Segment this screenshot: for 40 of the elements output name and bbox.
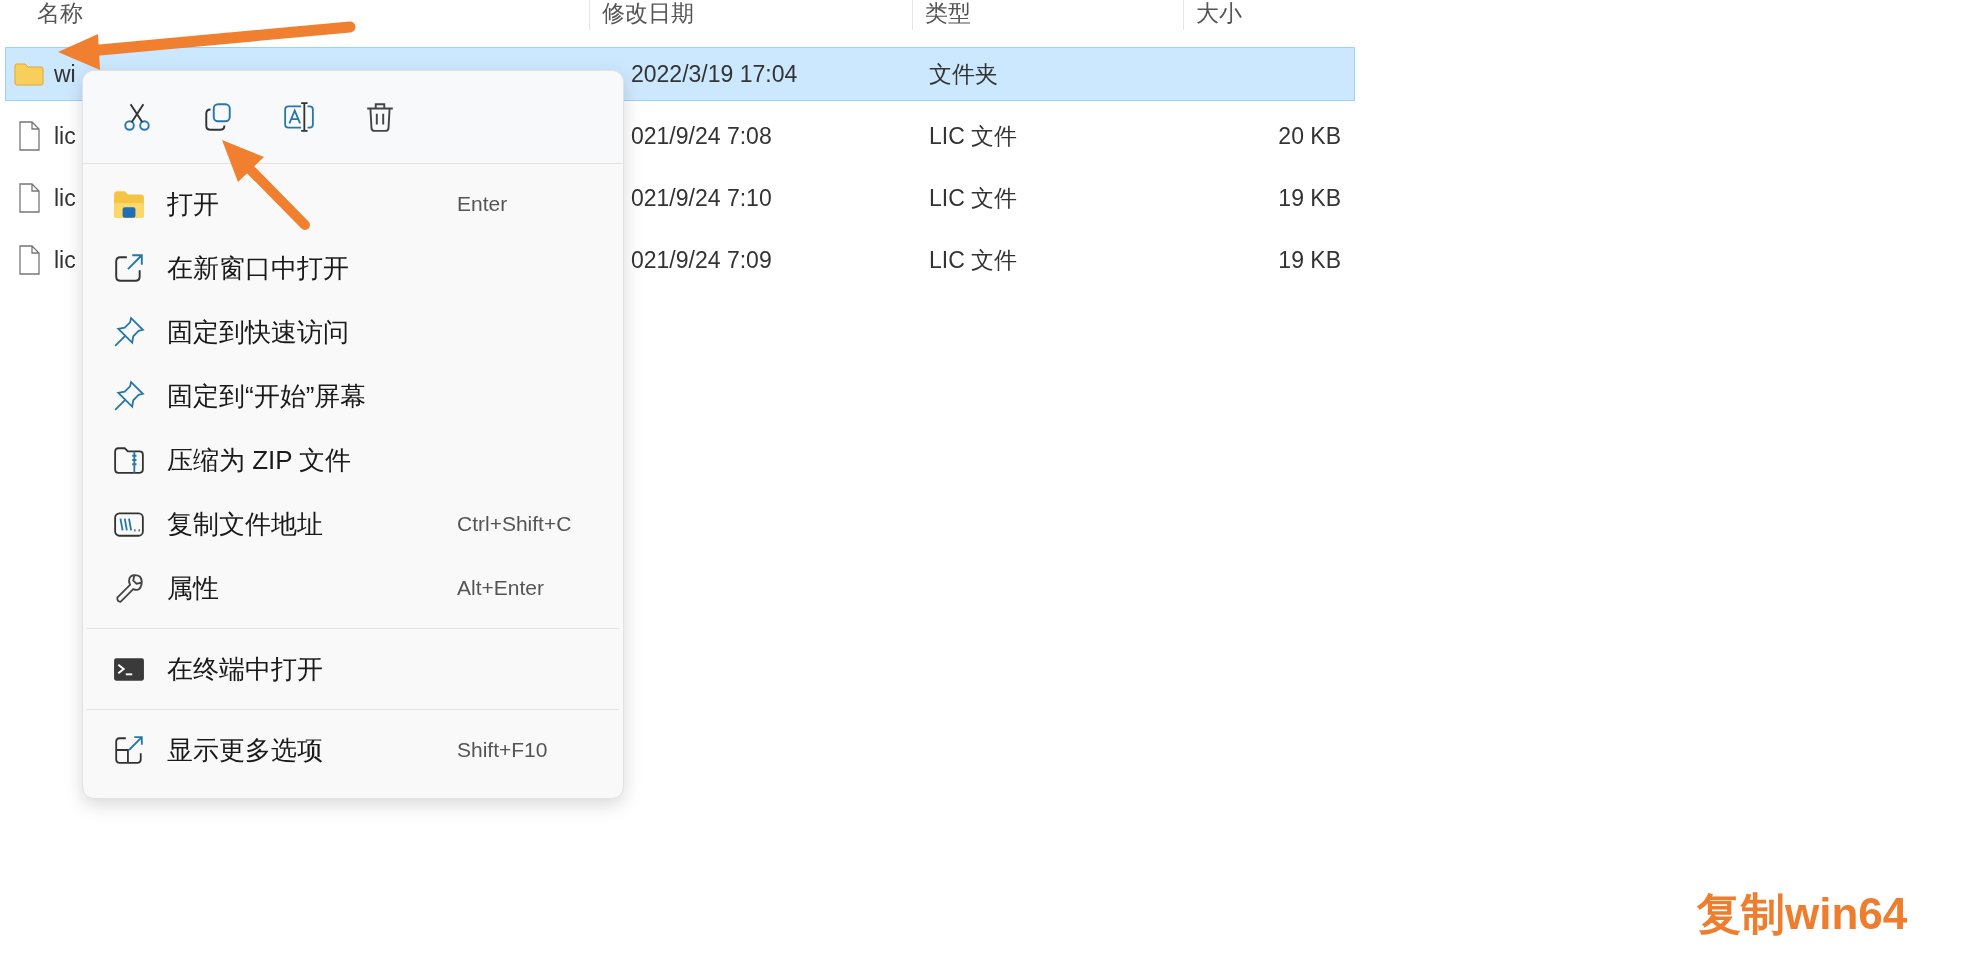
pin-icon — [113, 380, 145, 412]
type-text: LIC 文件 — [929, 246, 1018, 273]
pin-icon — [113, 316, 145, 348]
trash-icon — [364, 101, 396, 133]
size-text: 19 KB — [1278, 184, 1341, 211]
copy-icon — [202, 101, 234, 133]
menu-item[interactable]: 在新窗口中打开 — [83, 236, 623, 300]
folder-icon — [113, 188, 145, 220]
file-name: wi — [54, 60, 76, 88]
menu-item[interactable]: 属性 Alt+Enter — [83, 556, 623, 620]
file-name: lic — [54, 184, 76, 212]
date-text: 021/9/24 7:09 — [631, 246, 772, 273]
date-text: 021/9/24 7:10 — [631, 184, 772, 211]
rename-icon — [283, 101, 315, 133]
zip-folder-icon — [113, 444, 145, 476]
expand-icon — [113, 734, 145, 766]
caption: 复制win64 — [1697, 888, 1908, 940]
menu-item[interactable]: 打开 Enter — [83, 172, 623, 236]
menu-item[interactable]: 固定到快速访问 — [83, 300, 623, 364]
wrench-icon — [113, 572, 145, 604]
type-text: LIC 文件 — [929, 122, 1018, 149]
date-text: 021/9/24 7:08 — [631, 122, 772, 149]
column-header[interactable]: 名称 — [0, 0, 590, 30]
scissors-icon — [121, 101, 153, 133]
menu-item[interactable]: 在终端中打开 — [83, 637, 623, 701]
size-text: 20 KB — [1278, 122, 1341, 149]
file-name: lic — [54, 122, 76, 150]
type-text: 文件夹 — [929, 60, 998, 87]
external-link-icon — [113, 252, 145, 284]
size-text: 19 KB — [1278, 246, 1341, 273]
menu-item[interactable]: 显示更多选项 Shift+F10 — [83, 718, 623, 782]
file-name: lic — [54, 246, 76, 274]
column-header[interactable]: 修改日期 — [590, 0, 913, 30]
type-text: LIC 文件 — [929, 184, 1018, 211]
menu-item[interactable]: 复制文件地址 Ctrl+Shift+C — [83, 492, 623, 556]
column-header[interactable]: 类型 — [913, 0, 1184, 30]
column-header[interactable]: 大小 — [1184, 0, 1356, 26]
menu-item[interactable]: 压缩为 ZIP 文件 — [83, 428, 623, 492]
menu-item[interactable]: 固定到“开始”屏幕 — [83, 364, 623, 428]
date-text: 2022/3/19 17:04 — [631, 60, 798, 87]
